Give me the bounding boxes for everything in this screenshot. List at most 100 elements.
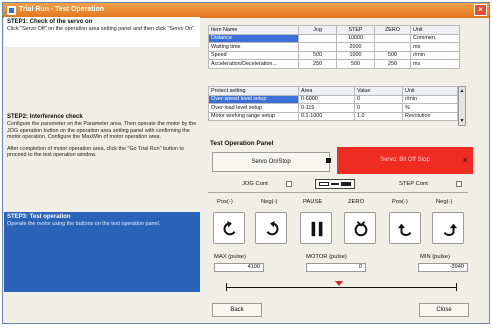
parameter-table: Item Name Jog STEP ZERO Unit Distance 10… [208, 25, 460, 69]
table-cell[interactable]: 250 [374, 59, 411, 69]
table-cell: r/min [402, 94, 458, 104]
servo-on-stop-button[interactable]: Servo On/Stop [212, 152, 330, 172]
mode-direction-icon [315, 179, 355, 189]
min-pulse-field[interactable]: -3940 [418, 263, 468, 272]
motor-position-marker [334, 281, 343, 286]
table-cell[interactable] [374, 33, 411, 43]
step2-text-2: After completion of motor operation area… [7, 145, 185, 159]
table-cell[interactable]: 250 [298, 59, 337, 69]
column-header: Area [298, 86, 355, 96]
zero-button[interactable] [344, 212, 376, 244]
pause-button[interactable] [300, 212, 332, 244]
table-header-row: Protect setting Area Value Unit [208, 86, 458, 96]
table-cell: Commen. [410, 33, 460, 43]
table-cell[interactable]: 0 [354, 103, 403, 113]
slider-max-tick [226, 283, 227, 291]
alarm-close-icon[interactable]: x [463, 147, 467, 174]
motor-range-slider[interactable] [226, 287, 456, 288]
panel-divider [208, 192, 468, 193]
slider-min-tick [456, 283, 457, 291]
column-header: STEP [336, 25, 375, 35]
step-ccw-icon [397, 223, 412, 236]
max-pulse-field[interactable]: 4100 [214, 263, 264, 272]
scroll-down-arrow-icon[interactable]: ▼ [459, 118, 465, 124]
servo-status-indicator [326, 158, 331, 163]
column-header: Unit [402, 86, 458, 96]
step2-title: STEP2: Interference check [7, 114, 83, 120]
table-cell[interactable]: 500 [336, 59, 375, 69]
close-window-button[interactable]: × [474, 4, 487, 16]
table-cell[interactable]: 0 [354, 94, 403, 104]
button-label-jog-pos: Pos(-) [217, 199, 233, 205]
pause-icon [311, 221, 323, 237]
button-label-step-pos: Pos(-) [392, 199, 408, 205]
table-row[interactable]: Acceleration/Deceleration... 250 500 250… [208, 59, 460, 69]
back-button[interactable]: Back [212, 303, 262, 317]
step3-text: Operate the motor using the buttons on t… [7, 221, 161, 228]
min-pulse-label: MIN (pulse) [420, 254, 450, 260]
servo-alarm-status: Servo: Bit Off Stop x [337, 147, 473, 174]
protect-table: Protect setting Area Value Unit Over-spe… [208, 86, 458, 121]
rotate-ccw-icon [223, 220, 236, 236]
button-label-pause: PAUSE [303, 199, 323, 205]
step1-text: Click "Servo Off" on the operation area … [7, 26, 196, 33]
table-cell: ms [410, 59, 460, 69]
table-cell[interactable]: 500 [374, 50, 411, 60]
table-cell[interactable]: 10000 [336, 33, 375, 43]
step-neg-button[interactable] [432, 212, 464, 244]
table-cell[interactable] [374, 42, 411, 52]
table-row[interactable]: Distance 10000 Commen. [208, 33, 460, 43]
button-label-zero: ZERO [348, 199, 365, 205]
step-cont-checkbox[interactable] [456, 181, 462, 187]
app-icon [7, 6, 16, 15]
motor-pulse-label: MOTOR (pulse) [306, 254, 347, 260]
table-header-row: Item Name Jog STEP ZERO Unit [208, 25, 460, 35]
column-header: ZERO [374, 25, 411, 35]
step2-panel: STEP2: Interference check Configure the … [4, 112, 200, 227]
table-cell[interactable]: 500 [298, 50, 337, 60]
scroll-up-arrow-icon[interactable]: ▲ [459, 88, 465, 94]
table-row[interactable]: Waiting time 2000 ms [208, 42, 460, 52]
test-operation-panel-title: Test Operation Panel [210, 140, 274, 147]
table-cell: Speed [208, 50, 299, 60]
step2-text-1: Configure the parameter on the Parameter… [7, 121, 197, 141]
column-header: Jog [298, 25, 337, 35]
step3-panel: STEP3: Test operation Operate the motor … [4, 212, 200, 292]
table-cell: 0-115 [298, 103, 355, 113]
max-pulse-label: MAX (pulse) [214, 254, 246, 260]
step-cw-icon [443, 223, 458, 236]
table-cell: Distance [208, 33, 299, 43]
table-cell[interactable] [298, 42, 337, 52]
step-cont-label: STEP Cont [399, 181, 428, 187]
table-row[interactable]: Speed 500 1000 500 r/min [208, 50, 460, 60]
table-cell: Motor working range setup [208, 111, 299, 121]
jog-pos-button[interactable] [213, 212, 245, 244]
window-title: Trial Run - Test Operation [19, 6, 105, 13]
close-button[interactable]: Close [419, 303, 469, 317]
table-cell[interactable]: 2000 [336, 42, 375, 52]
table-cell[interactable]: 1.0 [354, 111, 403, 121]
step-pos-button[interactable] [389, 212, 421, 244]
protect-table-scrollbar[interactable]: ▲ ▼ [458, 86, 466, 126]
table-cell: % [402, 103, 458, 113]
table-row[interactable]: Motor working range setup 0.1-1000 1.0 R… [208, 111, 458, 121]
alarm-text: Servo: Bit Off Stop [380, 157, 430, 163]
column-header: Protect setting [208, 86, 299, 96]
table-cell[interactable]: 1000 [336, 50, 375, 60]
table-cell: Waiting time [208, 42, 299, 52]
button-label-step-neg: Neg(-) [436, 199, 453, 205]
motor-pulse-field: 0 [306, 263, 366, 272]
table-cell: 0-6000 [298, 94, 355, 104]
jog-neg-button[interactable] [255, 212, 287, 244]
column-header: Item Name [208, 25, 299, 35]
title-bar: Trial Run - Test Operation × [3, 3, 489, 18]
table-cell: Revolution [402, 111, 458, 121]
rotate-cw-icon [266, 220, 279, 236]
table-cell: 0.1-1000 [298, 111, 355, 121]
jog-cont-checkbox[interactable] [286, 181, 292, 187]
column-header: Unit [410, 25, 460, 35]
jog-cont-label: JOG Cont [242, 181, 268, 187]
table-row[interactable]: Over-speed level setup 0-6000 0 r/min [208, 94, 458, 104]
table-cell[interactable] [298, 33, 337, 43]
table-row[interactable]: Over-load level setup 0-115 0 % [208, 103, 458, 113]
